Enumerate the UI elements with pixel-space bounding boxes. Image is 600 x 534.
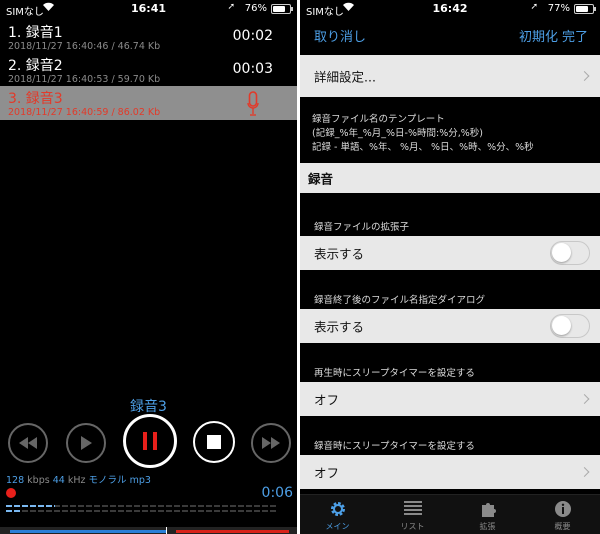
template-pattern: (記録_%年_%月_%日-%時間:%分,%秒) — [312, 128, 483, 139]
played-bar — [10, 530, 167, 533]
battery-icon — [271, 4, 293, 14]
microphone-icon — [247, 91, 259, 117]
tab-extension[interactable]: 拡張 — [450, 495, 525, 534]
recording-name: 2. 録音2 — [8, 58, 63, 74]
recording-meta: 2018/11/27 16:40:59 / 86.02 Kb — [8, 107, 161, 118]
stop-button[interactable] — [193, 421, 235, 463]
filename-template-info: 録音ファイル名のテンプレート (記録_%年_%月_%日-%時間:%分,%秒) 記… — [312, 113, 534, 155]
recording-item[interactable]: 2. 録音2 2018/11/27 16:40:53 / 59.70 Kb 00… — [0, 53, 297, 87]
tab-label: メイン — [325, 522, 350, 531]
puzzle-icon — [450, 500, 525, 518]
recording-meta: 2018/11/27 16:40:53 / 59.70 Kb — [8, 74, 161, 85]
tab-label: 拡張 — [479, 522, 496, 531]
playback-progress[interactable] — [0, 527, 297, 534]
info-icon — [525, 500, 600, 518]
samplerate-value: 44 — [52, 475, 65, 486]
template-heading: 録音ファイル名のテンプレート — [312, 114, 445, 125]
bitrate-value: 128 — [6, 475, 25, 486]
recording-item[interactable]: 1. 録音1 2018/11/27 16:40:46 / 46.74 Kb 00… — [0, 20, 297, 54]
level-meter-bottom — [6, 510, 276, 512]
sleep-timer-playback-row[interactable]: オフ — [300, 382, 600, 416]
tab-about[interactable]: 概要 — [525, 495, 600, 534]
filename-dialog-label: 録音終了後のファイル名指定ダイアログ — [314, 295, 486, 306]
filename-dialog-value: 表示する — [314, 319, 365, 335]
tab-label: リスト — [400, 522, 425, 531]
reset-button[interactable]: 初期化 — [519, 26, 558, 45]
rewind-icon — [19, 437, 37, 449]
tab-bar: メイン リスト 拡張 概要 — [300, 494, 600, 534]
gear-icon — [300, 500, 375, 518]
play-button[interactable] — [66, 423, 106, 463]
recording-name: 3. 録音3 — [8, 91, 63, 107]
tab-list[interactable]: リスト — [375, 495, 450, 534]
recording-duration: 00:03 — [232, 61, 273, 77]
template-legend: 記録 - 単語、%年、 %月、 %日、%時、%分、%秒 — [312, 142, 534, 153]
channel-mode: モノラル — [88, 475, 127, 486]
settings-screen: SIMなし 16:42 ➚ 77% 取り消し 初期化 完了 詳細設定... 録音… — [300, 0, 600, 534]
recording-duration: 00:02 — [232, 28, 273, 44]
fast-forward-button[interactable] — [251, 423, 291, 463]
chevron-right-icon — [579, 467, 590, 477]
now-playing-title: 録音3 — [130, 399, 167, 415]
toggle-knob — [552, 316, 571, 335]
playhead[interactable] — [166, 527, 168, 534]
sleep-timer-playback-label: 再生時にスリープタイマーを設定する — [314, 368, 475, 379]
chevron-right-icon — [579, 71, 590, 81]
cancel-button[interactable]: 取り消し — [314, 26, 366, 45]
bitrate-unit: kbps — [27, 475, 50, 486]
toggle-knob — [552, 243, 571, 262]
status-bar: SIMなし 16:41 ➚ 76% — [0, 0, 297, 18]
recorded-bar — [176, 530, 289, 533]
elapsed-time: 0:06 — [261, 485, 293, 501]
filename-dialog-toggle[interactable] — [550, 314, 590, 338]
audio-format-info: 128 kbps 44 kHz モノラル mp3 — [6, 472, 151, 486]
sleep-timer-recording-label: 録音時にスリープタイマーを設定する — [314, 441, 475, 452]
nav-bar: 取り消し 初期化 完了 — [300, 18, 600, 50]
section-title: 録音 — [308, 171, 334, 187]
battery-icon — [574, 4, 596, 14]
file-extension-toggle[interactable] — [550, 241, 590, 265]
fast-forward-icon — [262, 437, 280, 449]
recording-indicator-icon — [6, 488, 16, 498]
battery-percent: 76% — [244, 3, 267, 14]
recording-name: 1. 録音1 — [8, 25, 63, 41]
status-bar: SIMなし 16:42 ➚ 77% — [300, 0, 600, 18]
rewind-button[interactable] — [8, 423, 48, 463]
file-extension-label: 録音ファイルの拡張子 — [314, 222, 410, 233]
stop-icon — [207, 435, 221, 449]
pause-button[interactable] — [123, 414, 177, 468]
sleep-timer-playback-value: オフ — [314, 392, 340, 408]
location-icon: ➚ — [530, 2, 538, 12]
tab-main[interactable]: メイン — [300, 495, 375, 534]
samplerate-unit: kHz — [67, 475, 86, 486]
recording-item-active[interactable]: 3. 録音3 2018/11/27 16:40:59 / 86.02 Kb — [0, 86, 297, 120]
file-extension-row: 表示する — [300, 236, 600, 270]
done-button[interactable]: 完了 — [562, 26, 588, 45]
filename-dialog-row: 表示する — [300, 309, 600, 343]
file-extension-value: 表示する — [314, 246, 365, 262]
section-header-recording: 録音 — [300, 163, 600, 193]
tab-label: 概要 — [554, 522, 571, 531]
play-icon — [81, 436, 92, 450]
recorder-screen: SIMなし 16:41 ➚ 76% 1. 録音1 2018/11/27 16:4… — [0, 0, 297, 534]
sleep-timer-recording-value: オフ — [314, 465, 340, 481]
advanced-settings-label: 詳細設定... — [314, 69, 376, 85]
sleep-timer-recording-row[interactable]: オフ — [300, 455, 600, 489]
advanced-settings-row[interactable]: 詳細設定... — [300, 55, 600, 97]
file-format: mp3 — [129, 475, 151, 486]
pause-icon — [143, 432, 157, 450]
level-meter-top — [6, 505, 276, 507]
location-icon: ➚ — [227, 2, 235, 12]
battery-percent: 77% — [547, 3, 570, 14]
chevron-right-icon — [579, 394, 590, 404]
recording-meta: 2018/11/27 16:40:46 / 46.74 Kb — [8, 41, 161, 52]
list-icon — [375, 500, 450, 518]
